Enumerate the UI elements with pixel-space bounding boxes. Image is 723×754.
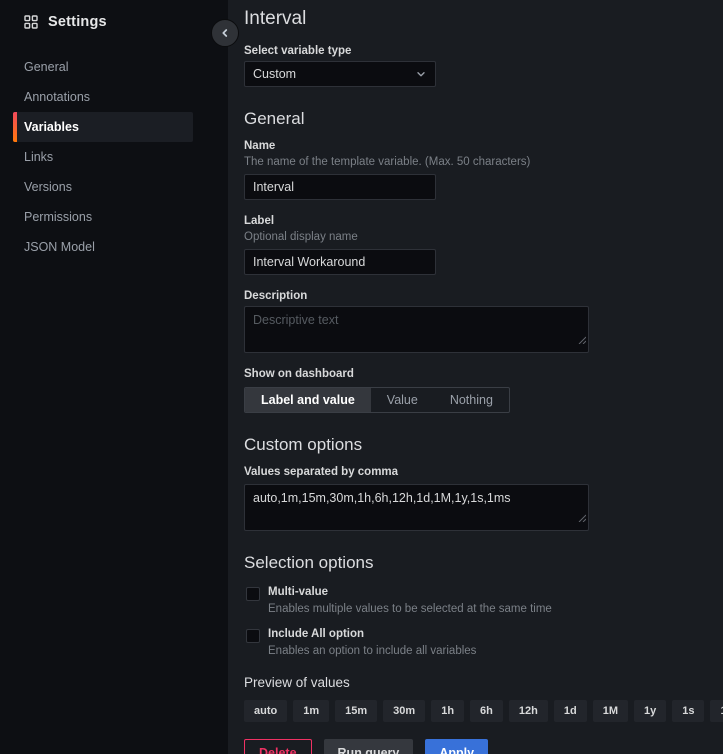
variable-editor: Interval Select variable type Custom Gen… [228,0,723,754]
general-heading: General [244,109,707,129]
sidebar-item-label: Variables [24,120,79,134]
show-on-dashboard-option[interactable]: Label and value [245,388,371,412]
checkbox-row: Multi-value Enables multiple values to b… [244,586,707,615]
run-query-button[interactable]: Run query [324,739,414,754]
label-label: Label [244,215,707,227]
name-input[interactable] [244,174,436,200]
preview-of-values-label: Preview of values [244,675,707,690]
show-on-dashboard-label: Show on dashboard [244,368,707,380]
variable-type-field: Select variable type Custom [244,45,707,87]
settings-header: Settings [0,0,228,30]
preview-value-chip: 1M [593,700,628,722]
show-on-dashboard-radio-group: Label and value Value Nothing [244,387,510,413]
selection-options-list: Multi-value Enables multiple values to b… [244,586,707,657]
sidebar-item[interactable]: Permissions [13,202,193,232]
chevron-left-icon [219,27,231,39]
sidebar-item-label: Versions [24,180,72,194]
label-help-text: Optional display name [244,231,707,243]
sidebar-item[interactable]: JSON Model [13,232,193,262]
collapse-sidebar-button[interactable] [211,19,239,47]
description-field-group: Description [244,290,707,353]
name-help-text: The name of the template variable. (Max.… [244,156,707,168]
sidebar-item[interactable]: Versions [13,172,193,202]
delete-button[interactable]: Delete [244,739,312,754]
preview-value-chip: 30m [383,700,425,722]
label-field-group: Label Optional display name [244,215,707,275]
sidebar-item[interactable]: Links [13,142,193,172]
description-textarea[interactable] [244,306,589,353]
checkbox-row: Include All option Enables an option to … [244,628,707,657]
show-on-dashboard-group: Show on dashboard Label and value Value … [244,368,707,413]
custom-options-heading: Custom options [244,435,707,455]
settings-nav: General Annotations Variables Links Vers… [0,52,228,262]
checkbox-text: Multi-value Enables multiple values to b… [268,586,552,615]
description-label: Description [244,290,707,302]
custom-values-group: Values separated by comma auto,1m,15m,30… [244,466,707,531]
show-on-dashboard-option[interactable]: Value [371,388,434,412]
sidebar-item[interactable]: Variables [13,112,193,142]
preview-value-chip: 15m [335,700,377,722]
label-input[interactable] [244,249,436,275]
preview-value-chip: 1s [672,700,704,722]
checkbox[interactable] [246,629,260,643]
page-title: Interval [244,8,707,30]
custom-values-textarea-wrap: auto,1m,15m,30m,1h,6h,12h,1d,1M,1y,1s,1m… [244,484,589,531]
preview-value-chip: auto [244,700,287,722]
sidebar-item-label: General [24,60,68,74]
checkbox-help: Enables multiple values to be selected a… [268,603,552,615]
variable-type-select[interactable]: Custom [244,61,436,87]
preview-value-chip: 1ms [710,700,723,722]
preview-values: auto 1m 15m 30m 1h 6h 12h 1d 1M 1y 1s [244,700,707,722]
sidebar-item-label: Annotations [24,90,90,104]
preview-value-chip: 1m [293,700,329,722]
preview-value-chip: 12h [509,700,548,722]
name-label: Name [244,140,707,152]
preview-value-chip: 1h [431,700,464,722]
custom-values-textarea[interactable]: auto,1m,15m,30m,1h,6h,12h,1d,1M,1y,1s,1m… [244,484,589,531]
description-textarea-wrap [244,306,589,353]
variable-type-label: Select variable type [244,45,707,57]
variable-type-value: Custom [253,67,296,81]
action-buttons: Delete Run query Apply [244,739,707,754]
name-field-group: Name The name of the template variable. … [244,140,707,200]
sidebar-item-label: Links [24,150,53,164]
checkbox-label: Include All option [268,628,476,640]
apply-button[interactable]: Apply [425,739,488,754]
dashboard-settings-page: Settings General Annotations Variables L… [0,0,723,754]
sidebar-item[interactable]: Annotations [13,82,193,112]
checkbox-help: Enables an option to include all variabl… [268,645,476,657]
settings-title: Settings [48,14,107,30]
sidebar-item-label: Permissions [24,210,92,224]
preview-value-chip: 1d [554,700,587,722]
selection-options-heading: Selection options [244,553,707,573]
checkbox-label: Multi-value [268,586,552,598]
show-on-dashboard-option[interactable]: Nothing [434,388,509,412]
apps-grid-icon [24,15,38,29]
chevron-down-icon [415,68,427,80]
settings-sidebar: Settings General Annotations Variables L… [0,0,228,754]
custom-values-label: Values separated by comma [244,466,707,478]
preview-value-chip: 1y [634,700,666,722]
checkbox[interactable] [246,587,260,601]
checkbox-text: Include All option Enables an option to … [268,628,476,657]
sidebar-item[interactable]: General [13,52,193,82]
preview-value-chip: 6h [470,700,503,722]
sidebar-item-label: JSON Model [24,240,95,254]
